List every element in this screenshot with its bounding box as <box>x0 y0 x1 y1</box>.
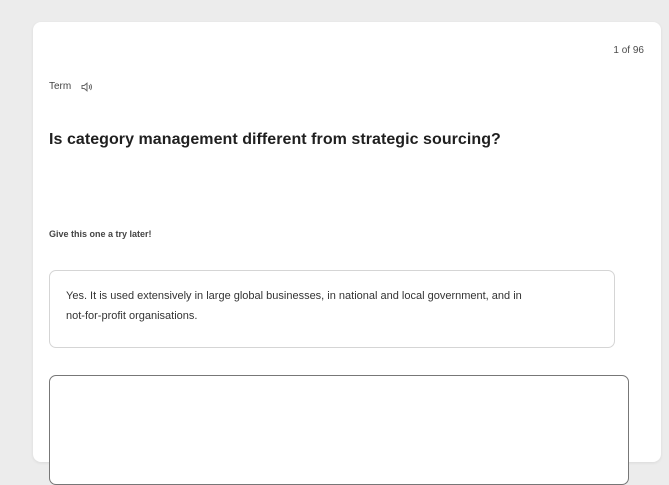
progress-counter: 1 of 96 <box>613 45 644 56</box>
speaker-icon[interactable] <box>81 81 93 92</box>
try-later-hint[interactable]: Give this one a try later! <box>49 229 152 239</box>
answer-option-text: Yes. It is used extensively in large glo… <box>66 290 522 322</box>
answer-option[interactable]: Yes. It is used extensively in large glo… <box>49 270 615 348</box>
term-label: Term <box>49 81 72 92</box>
flashcard: 1 of 96 Term Is category management diff… <box>33 22 661 485</box>
term-header: Term <box>49 81 93 92</box>
answer-input[interactable] <box>49 375 629 485</box>
question-text: Is category management different from st… <box>49 131 501 148</box>
